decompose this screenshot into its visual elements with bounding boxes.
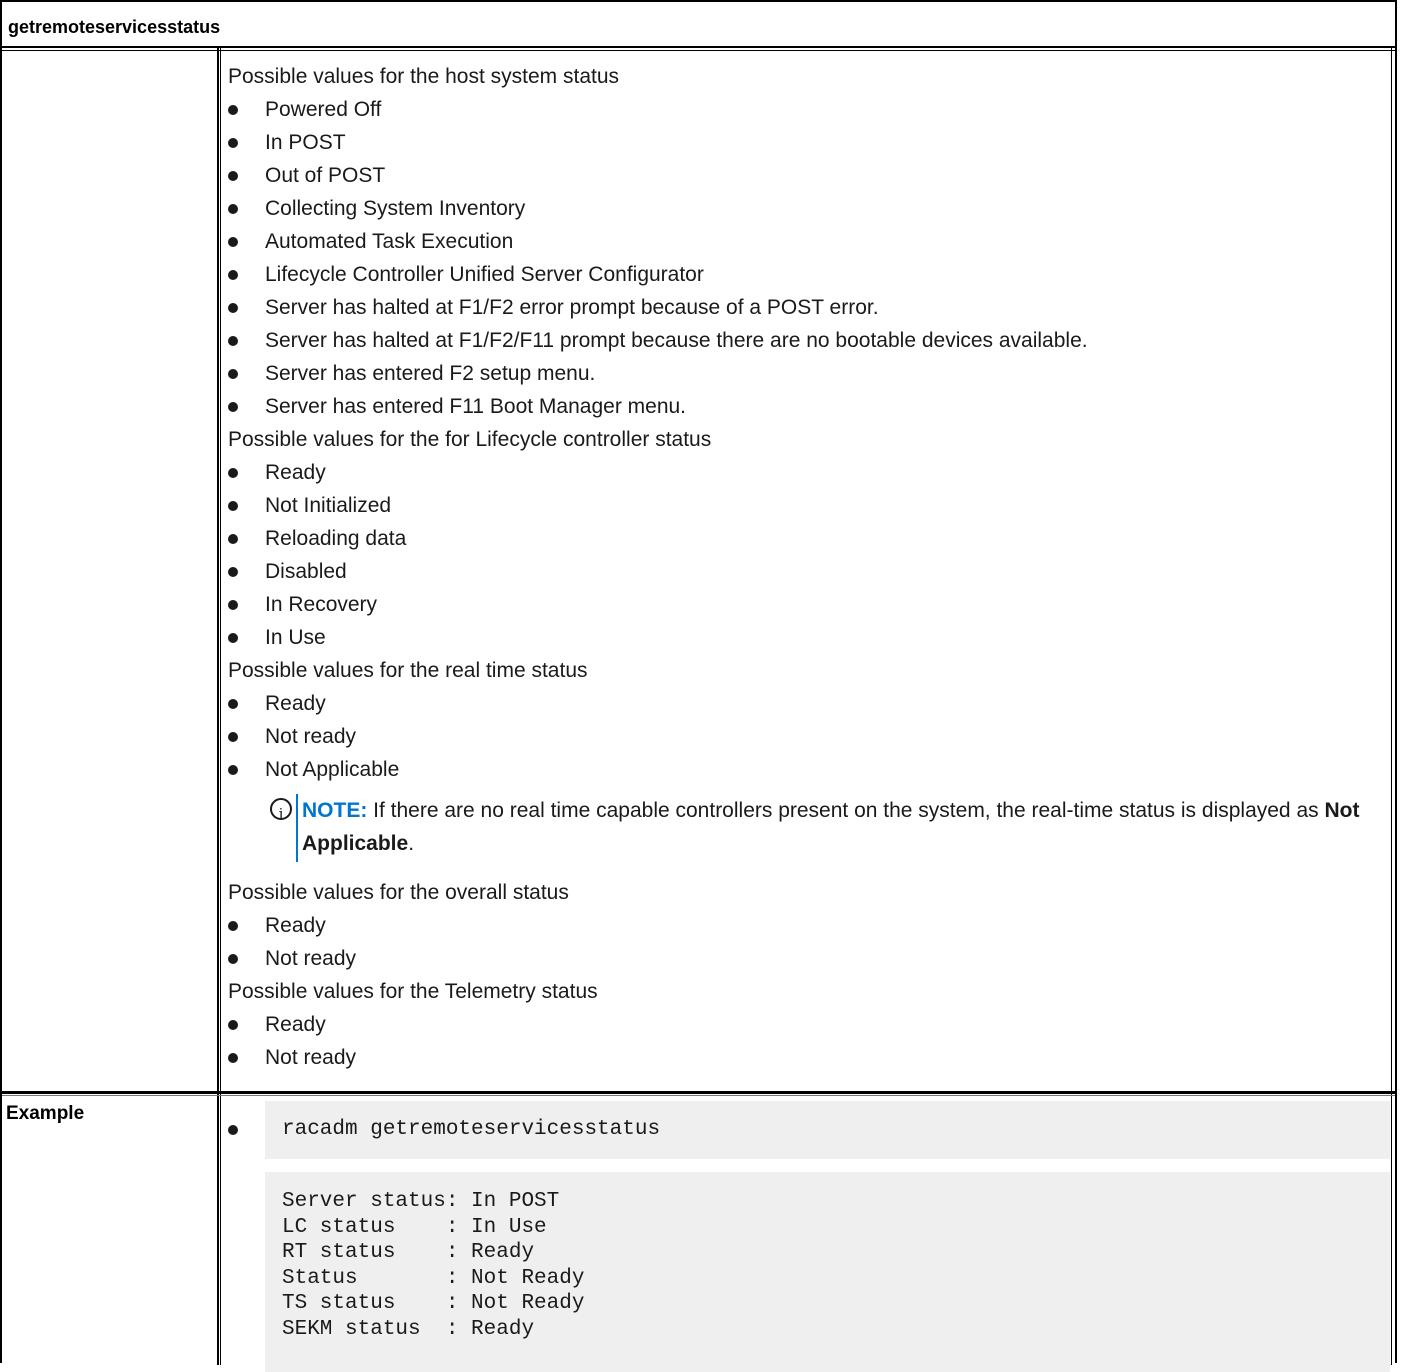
bullet-icon xyxy=(228,402,238,412)
list-item: Disabled xyxy=(228,555,1378,588)
note-text: If there are no real time capable contro… xyxy=(367,799,1325,822)
example-output: Server status: In POST LC status : In Us… xyxy=(265,1172,1390,1372)
bullet-icon xyxy=(228,1053,238,1063)
list-item: Server has entered F11 Boot Manager menu… xyxy=(228,390,1378,423)
overall-status-list: Ready Not ready xyxy=(228,909,1378,975)
bullet-icon xyxy=(228,369,238,379)
list-item: Out of POST xyxy=(228,159,1378,192)
bullet-icon xyxy=(228,501,238,511)
command-title: getremoteservicesstatus xyxy=(8,17,221,37)
bullet-icon xyxy=(228,303,238,313)
lc-status-list: Ready Not Initialized Reloading data Dis… xyxy=(228,456,1378,654)
list-item: Lifecycle Controller Unified Server Conf… xyxy=(228,258,1378,291)
rt-status-list: Ready Not ready Not Applicable xyxy=(228,687,1378,786)
list-item: Collecting System Inventory xyxy=(228,192,1378,225)
bullet-icon xyxy=(228,204,238,214)
overall-status-heading: Possible values for the overall status xyxy=(228,881,569,904)
list-item: Not ready xyxy=(228,1041,1378,1074)
bullet-icon xyxy=(228,534,238,544)
list-item: Not ready xyxy=(228,942,1378,975)
table-right-edge xyxy=(1391,48,1392,1365)
telemetry-status-list: Ready Not ready xyxy=(228,1008,1378,1074)
row-divider-shadow xyxy=(2,1095,1395,1096)
bullet-icon xyxy=(228,105,238,115)
telemetry-status-heading: Possible values for the Telemetry status xyxy=(228,980,598,1003)
list-item: Server has halted at F1/F2 error prompt … xyxy=(228,291,1378,324)
bullet-icon xyxy=(228,171,238,181)
note-text-end: . xyxy=(408,832,415,855)
example-cell: racadm getremoteservicesstatus Server st… xyxy=(228,1101,1390,1372)
list-item: In Use xyxy=(228,621,1378,654)
example-command: racadm getremoteservicesstatus xyxy=(265,1101,1390,1159)
rt-status-heading: Possible values for the real time status xyxy=(228,659,588,682)
list-item: Not Applicable xyxy=(228,753,1378,786)
list-item: In Recovery xyxy=(228,588,1378,621)
bullet-icon xyxy=(228,732,238,742)
bullet-icon xyxy=(228,336,238,346)
bullet-icon xyxy=(228,138,238,148)
description-cell: Possible values for the host system stat… xyxy=(228,60,1378,1074)
table-header-row: getremoteservicesstatus xyxy=(2,2,1395,51)
column-divider xyxy=(217,48,221,1365)
list-item: In POST xyxy=(228,126,1378,159)
list-item: Not ready xyxy=(228,720,1378,753)
note-accent-bar xyxy=(296,794,298,862)
bullet-icon xyxy=(228,1125,238,1135)
bullet-icon xyxy=(228,237,238,247)
lc-status-heading: Possible values for the for Lifecycle co… xyxy=(228,428,712,451)
bullet-icon xyxy=(228,1020,238,1030)
note-label: NOTE: xyxy=(302,799,368,822)
info-icon xyxy=(270,798,292,831)
list-item: Ready xyxy=(228,456,1378,489)
list-item: Server has entered F2 setup menu. xyxy=(228,357,1378,390)
list-item: Powered Off xyxy=(228,93,1378,126)
bullet-icon xyxy=(228,699,238,709)
bullet-icon xyxy=(228,633,238,643)
bullet-icon xyxy=(228,468,238,478)
bullet-icon xyxy=(228,270,238,280)
list-item: Ready xyxy=(228,687,1378,720)
host-status-heading: Possible values for the host system stat… xyxy=(228,65,620,88)
bullet-icon xyxy=(228,765,238,775)
list-item: Reloading data xyxy=(228,522,1378,555)
bullet-icon xyxy=(228,954,238,964)
note-callout: NOTE: If there are no real time capable … xyxy=(270,794,1378,862)
bullet-icon xyxy=(228,921,238,931)
example-label: Example xyxy=(6,1103,85,1124)
list-item: Ready xyxy=(228,909,1378,942)
list-item: Ready xyxy=(228,1008,1378,1041)
bullet-icon xyxy=(228,600,238,610)
list-item: Not Initialized xyxy=(228,489,1378,522)
row-divider xyxy=(2,1091,1395,1094)
host-status-list: Powered Off In POST Out of POST Collecti… xyxy=(228,93,1378,423)
list-item: Automated Task Execution xyxy=(228,225,1378,258)
list-item: Server has halted at F1/F2/F11 prompt be… xyxy=(228,324,1378,357)
bullet-icon xyxy=(228,567,238,577)
